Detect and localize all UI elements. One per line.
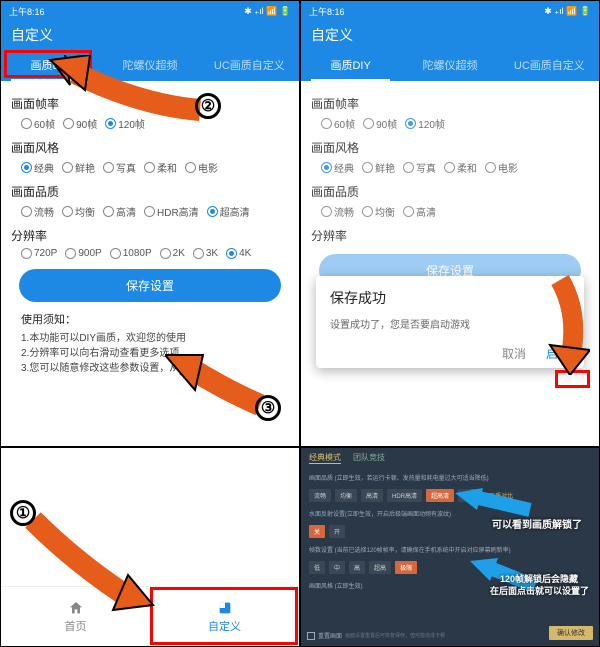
dialog-title: 保存成功	[330, 288, 570, 308]
settings-content: 画面帧率 60帧 90帧 120帧 画面风格 经典 鲜艳 写真 柔和 电影 画面…	[1, 81, 299, 384]
game-quality-row: 流畅 均衡 高清 HDR高清 超高清 极清 画质对比	[301, 487, 599, 504]
radio-900[interactable]: 900P	[65, 248, 101, 259]
bottom-nav-screen: 首页 自定义	[0, 447, 300, 647]
page-title-2: 自定义	[301, 21, 599, 49]
game-tab-team[interactable]: 团队竞技	[353, 452, 385, 464]
screen-left: 上午8:16 ✱ ₊ıl 📶 🔋 自定义 画质DIY 陀螺仪超频 UC画质自定义…	[0, 0, 300, 447]
game-opt-on[interactable]: 开	[329, 525, 345, 538]
radio-720[interactable]: 720P	[21, 248, 57, 259]
note-line-3: 3.您可以随意修改这些参数设置，从而找	[21, 361, 279, 376]
radio-120[interactable]: 120帧	[105, 116, 145, 131]
game-fps-high[interactable]: 高	[349, 561, 365, 574]
status-icons-2: ✱ ₊ıl 📶 🔋	[544, 6, 591, 17]
resolution-title: 分辨率	[11, 227, 289, 244]
dialog-message: 设置成功了，您是否要启动游戏	[330, 316, 570, 331]
radio-photo[interactable]: 写真	[103, 160, 136, 175]
style-options: 经典 鲜艳 写真 柔和 电影	[11, 160, 289, 175]
tab-diy-2[interactable]: 画质DIY	[301, 49, 400, 81]
step-3-badge: ③	[255, 395, 281, 421]
nav-custom[interactable]: 自定义	[150, 587, 299, 646]
launch-button[interactable]: 启动	[546, 345, 570, 362]
radio-vivid[interactable]: 鲜艳	[62, 160, 95, 175]
quality-title: 画面品质	[11, 183, 289, 200]
reset-icon	[307, 632, 315, 640]
status-bar-2: 上午8:16 ✱ ₊ıl 📶 🔋	[301, 1, 599, 21]
annotation-quality-unlocked: 可以看到画质解锁了	[492, 516, 582, 531]
radio-2k[interactable]: 2K	[160, 248, 185, 259]
status-time-2: 上午8:16	[309, 5, 345, 18]
custom-icon	[217, 600, 233, 616]
game-opt-smooth[interactable]: 流畅	[309, 489, 331, 502]
cancel-button[interactable]: 取消	[502, 345, 526, 362]
note-line-2: 2.分辨率可以向右滑动查看更多选项	[21, 346, 279, 361]
status-icons: ✱ ₊ıl 📶 🔋	[244, 6, 291, 17]
game-confirm-button[interactable]: 确认修改	[549, 626, 593, 640]
tab-uc[interactable]: UC画质自定义	[200, 49, 299, 81]
annotation-fps-hidden-2: 在后面点击就可以设置了	[490, 584, 589, 597]
style-title: 画面风格	[11, 139, 289, 156]
game-opt-balanced[interactable]: 均衡	[335, 489, 357, 502]
radio-90[interactable]: 90帧	[63, 116, 97, 131]
blue-arrow-quality	[455, 488, 535, 518]
status-time: 上午8:16	[9, 5, 45, 18]
save-button[interactable]: 保存设置	[19, 269, 281, 302]
radio-hd[interactable]: 高清	[103, 204, 136, 219]
game-opt-hd[interactable]: 高清	[361, 489, 383, 502]
game-tab-classic[interactable]: 经典模式	[309, 452, 341, 464]
radio-smooth[interactable]: 流畅	[21, 204, 54, 219]
notes-title: 使用须知：	[21, 312, 279, 329]
success-dialog: 保存成功 设置成功了，您是否要启动游戏 取消 启动	[316, 276, 584, 368]
radio-1080[interactable]: 1080P	[110, 248, 152, 259]
page-title: 自定义	[1, 21, 299, 49]
radio-balanced[interactable]: 均衡	[62, 204, 95, 219]
tab-diy[interactable]: 画质DIY	[1, 49, 100, 81]
radio-movie[interactable]: 电影	[185, 160, 218, 175]
tab-bar-2: 画质DIY 陀螺仪超频 UC画质自定义	[301, 49, 599, 81]
game-opt-ultra[interactable]: 超高清	[426, 489, 454, 502]
nav-home[interactable]: 首页	[1, 587, 150, 646]
game-fps-low[interactable]: 低	[309, 561, 325, 574]
game-fps-superhigh[interactable]: 超高	[369, 561, 391, 574]
game-fps-mid[interactable]: 中	[329, 561, 345, 574]
usage-notes: 使用须知： 1.本功能可以DIY画质，欢迎您的使用 2.分辨率可以向右滑动查看更…	[11, 312, 289, 376]
step-1-badge: ①	[10, 500, 36, 526]
radio-hdr[interactable]: HDR高清	[144, 204, 199, 219]
game-fps-limit[interactable]: 极限	[395, 561, 417, 574]
radio-classic[interactable]: 经典	[21, 160, 54, 175]
status-bar: 上午8:16 ✱ ₊ıl 📶 🔋	[1, 1, 299, 21]
tab-gyro-2[interactable]: 陀螺仪超频	[400, 49, 499, 81]
radio-soft[interactable]: 柔和	[144, 160, 177, 175]
game-settings-screen: 经典模式 团队竞技 画面品质 (立即生效，若运行卡顿、发热量和耗电量过大可适当降…	[300, 447, 600, 647]
screen-right: 上午8:16 ✱ ₊ıl 📶 🔋 自定义 画质DIY 陀螺仪超频 UC画质自定义…	[300, 0, 600, 447]
framerate-title: 画面帧率	[11, 95, 289, 112]
radio-60[interactable]: 60帧	[21, 116, 55, 131]
step-2-badge: ②	[195, 93, 221, 119]
home-icon	[68, 600, 84, 616]
radio-3k[interactable]: 3K	[193, 248, 218, 259]
framerate-options: 60帧 90帧 120帧	[11, 116, 289, 131]
game-opt-hdr[interactable]: HDR高清	[387, 489, 422, 502]
tab-gyro[interactable]: 陀螺仪超频	[100, 49, 199, 81]
radio-ultra[interactable]: 超高清	[207, 204, 250, 219]
tab-bar: 画质DIY 陀螺仪超频 UC画质自定义	[1, 49, 299, 81]
game-reset[interactable]: 重置画面 画面设置重置后可恢复保存，但可能造成卡顿	[307, 631, 445, 640]
tab-uc-2[interactable]: UC画质自定义	[500, 49, 599, 81]
radio-4k[interactable]: 4K	[226, 248, 251, 259]
resolution-options: 720P 900P 1080P 2K 3K 4K	[11, 248, 289, 259]
note-line-1: 1.本功能可以DIY画质，欢迎您的使用	[21, 331, 279, 346]
quality-options: 流畅 均衡 高清 HDR高清 超高清	[11, 204, 289, 219]
game-opt-off[interactable]: 关	[309, 525, 325, 538]
